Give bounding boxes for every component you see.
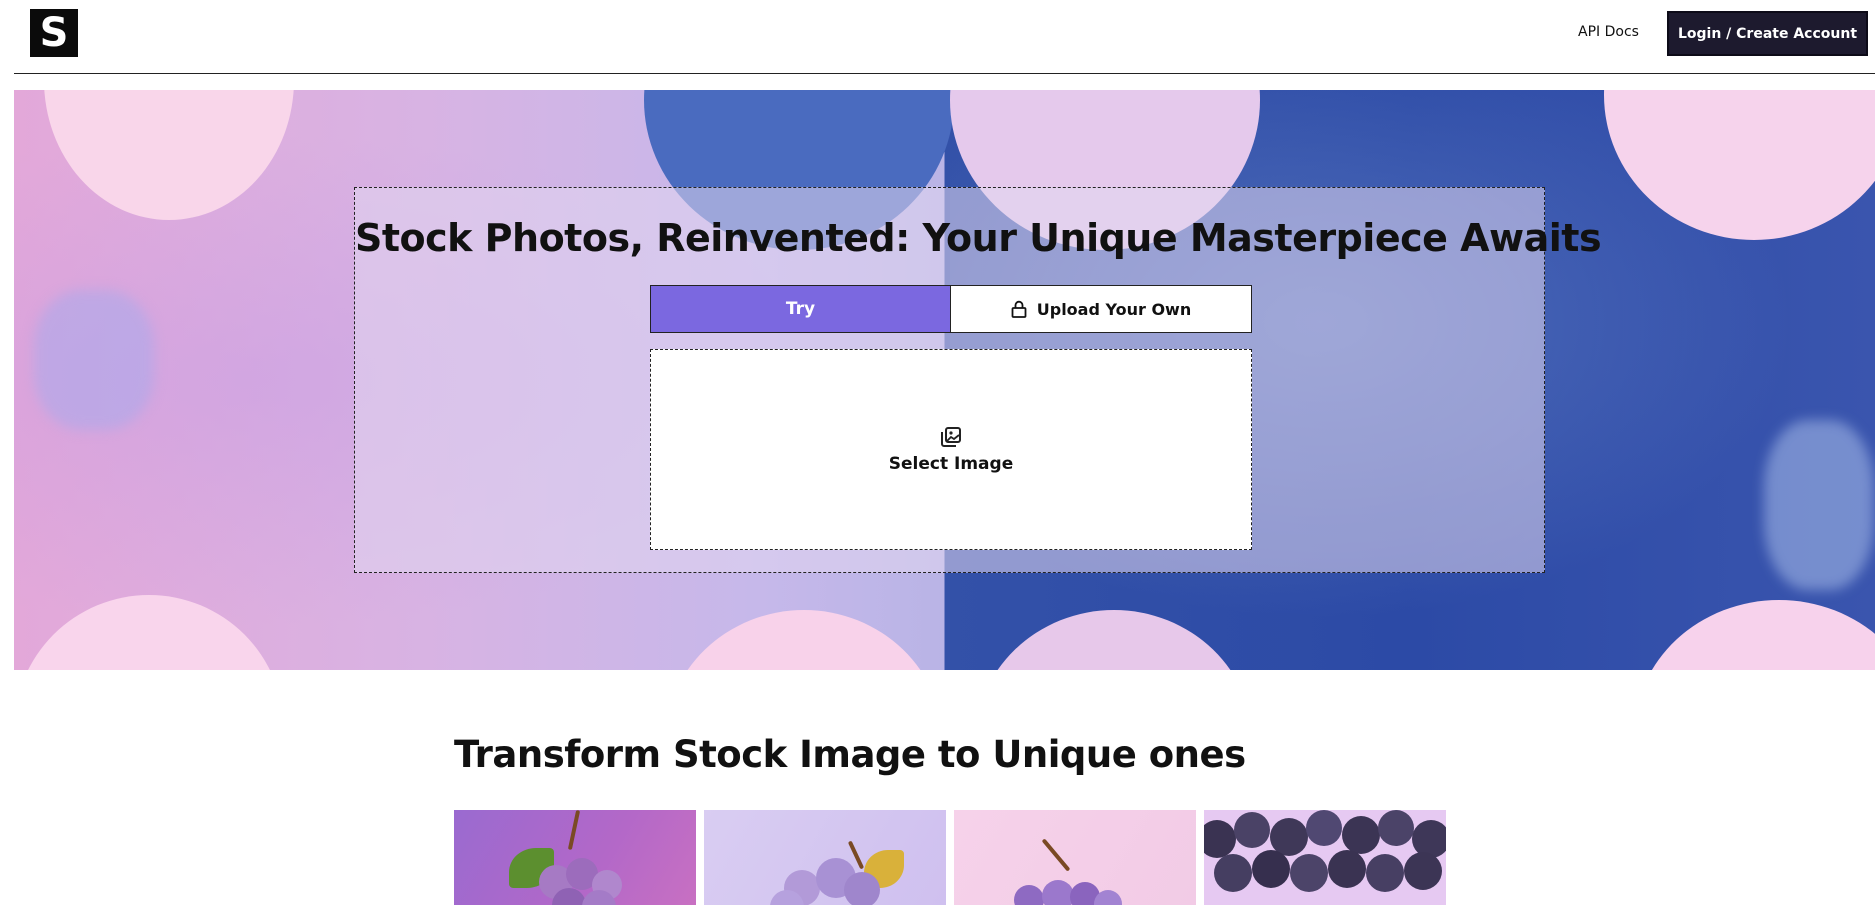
api-docs-link[interactable]: API Docs xyxy=(1578,24,1639,40)
example-gallery xyxy=(454,810,1446,905)
header-divider xyxy=(14,73,1875,74)
thumbnail-grapes-2[interactable] xyxy=(704,810,946,905)
section-title: Transform Stock Image to Unique ones xyxy=(454,733,1246,776)
tab-upload-your-own[interactable]: Upload Your Own xyxy=(951,286,1251,332)
hero-title: Stock Photos, Reinvented: Your Unique Ma… xyxy=(355,216,1602,260)
site-header: S API Docs Login / Create Account xyxy=(0,0,1875,74)
image-dropzone[interactable]: Select Image xyxy=(650,349,1252,550)
mode-tabs: Try Upload Your Own xyxy=(650,285,1252,333)
login-create-account-button[interactable]: Login / Create Account xyxy=(1667,11,1868,56)
hero-panel: Stock Photos, Reinvented: Your Unique Ma… xyxy=(354,187,1602,573)
images-icon xyxy=(941,426,961,447)
tab-try[interactable]: Try xyxy=(651,286,951,332)
lock-icon xyxy=(1011,300,1027,318)
thumbnail-grapes-1[interactable] xyxy=(454,810,696,905)
thumbnail-grapes-3[interactable] xyxy=(954,810,1196,905)
thumbnail-grapes-4[interactable] xyxy=(1204,810,1446,905)
logo-letter: S xyxy=(39,10,69,56)
paint-splash xyxy=(1764,420,1874,590)
select-image-label: Select Image xyxy=(888,453,1014,474)
paint-splash xyxy=(34,290,154,430)
tab-upload-label: Upload Your Own xyxy=(1036,299,1192,319)
logo[interactable]: S xyxy=(30,9,78,57)
